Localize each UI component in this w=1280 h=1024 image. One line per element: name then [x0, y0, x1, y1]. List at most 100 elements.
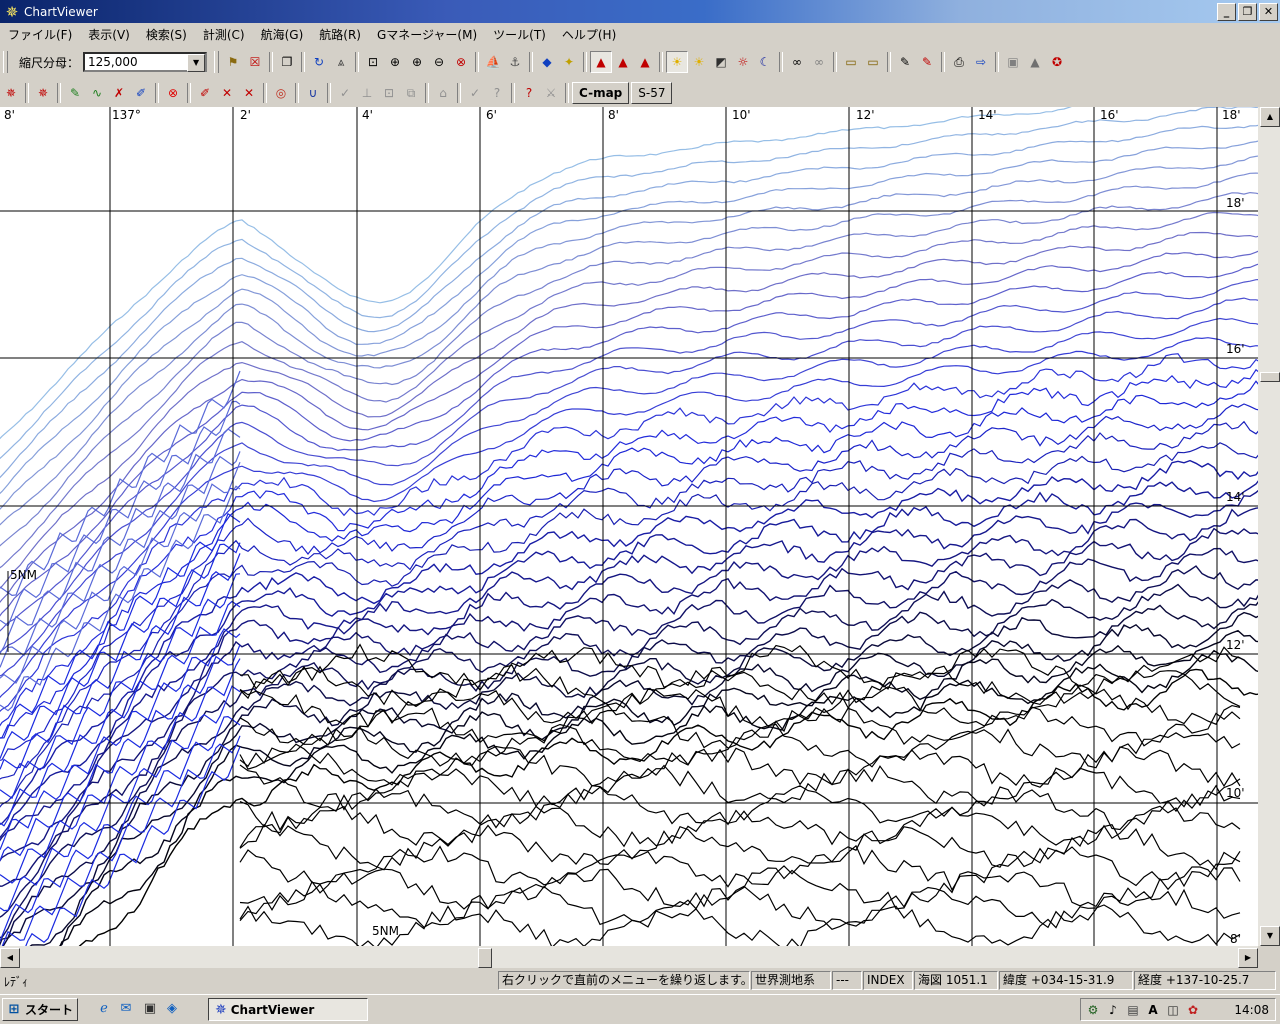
tray-hardware-icon[interactable]: ▤ — [1125, 1002, 1141, 1018]
mark-red-2-icon[interactable]: ▲ — [612, 51, 634, 73]
copy-icon[interactable]: ❐ — [276, 51, 298, 73]
scale-select[interactable]: 125,000 ▼ — [83, 52, 208, 72]
help-red-icon[interactable]: ? — [518, 82, 540, 104]
vertical-scroll-thumb[interactable] — [1260, 372, 1280, 382]
export-icon[interactable]: ⇨ — [970, 51, 992, 73]
depth-contour-line — [0, 658, 241, 884]
gray-tool-5-icon[interactable]: ⌂ — [432, 82, 454, 104]
pen-red-icon[interactable]: ✐ — [194, 82, 216, 104]
print-icon[interactable]: ⎙ — [948, 51, 970, 73]
volume-icon[interactable]: ♪ — [1105, 1002, 1121, 1018]
erase-red-icon[interactable]: ✕ — [216, 82, 238, 104]
scroll-down-icon[interactable]: ▼ — [1260, 926, 1280, 946]
vertical-scrollbar[interactable]: ▲ ▼ — [1258, 107, 1280, 946]
toolbar-grip[interactable] — [3, 51, 8, 73]
triangle-icon[interactable]: ▲ — [1024, 51, 1046, 73]
open-chart-icon[interactable]: ⚑ — [222, 51, 244, 73]
gray-tool-6-icon[interactable]: ✓ — [464, 82, 486, 104]
magnet-icon[interactable]: ∪ — [302, 82, 324, 104]
night-mode-icon[interactable]: ☾ — [754, 51, 776, 73]
depth-contour-line — [0, 547, 1258, 918]
tag-icon[interactable]: ◆ — [536, 51, 558, 73]
anchor-icon[interactable]: ⚓ — [504, 51, 526, 73]
zoom-fit-icon[interactable]: ⊡ — [362, 51, 384, 73]
dusk-mode-icon[interactable]: ☀ — [688, 51, 710, 73]
pencil-blue-icon[interactable]: ✐ — [130, 82, 152, 104]
close-button[interactable]: ✕ — [1259, 3, 1278, 21]
taskbar-chartviewer-label: ChartViewer — [230, 1002, 315, 1017]
s-57-button[interactable]: S-57 — [631, 82, 673, 104]
menu-g-manager[interactable]: Gマネージャー(M) — [369, 26, 485, 43]
restore-button[interactable]: ❐ — [1238, 3, 1257, 21]
curve-icon[interactable]: ∿ — [86, 82, 108, 104]
menu-view[interactable]: 表示(V) — [80, 26, 138, 43]
menu-tools[interactable]: ツール(T) — [485, 26, 554, 43]
zoom-in-icon[interactable]: ⊕ — [384, 51, 406, 73]
compass-icon[interactable]: ✵ — [32, 82, 54, 104]
gray-tool-2-icon[interactable]: ⊥ — [356, 82, 378, 104]
sunset-mode-icon[interactable]: ☼ — [732, 51, 754, 73]
desktop-icon[interactable]: ▣ — [142, 1001, 158, 1017]
gray-tool-4-icon[interactable]: ⧉ — [400, 82, 422, 104]
day-mode-icon[interactable]: ☀ — [666, 51, 689, 73]
north-up-icon[interactable]: ⩓ — [330, 51, 352, 73]
gray-tool-3-icon[interactable]: ⊡ — [378, 82, 400, 104]
menu-measure[interactable]: 計測(C) — [195, 26, 253, 43]
minimize-button[interactable]: _ — [1217, 3, 1236, 21]
save-icon[interactable]: ▣ — [1002, 51, 1024, 73]
outlook-icon[interactable]: ✉ — [118, 1001, 134, 1017]
route-delete-icon[interactable]: ✎ — [916, 51, 938, 73]
ime-indicator[interactable]: A — [1145, 1002, 1161, 1018]
channels-icon[interactable]: ◈ — [164, 1001, 180, 1017]
gray-tool-1-icon[interactable]: ✓ — [334, 82, 356, 104]
mark-red-icon[interactable]: ▲ — [590, 51, 613, 73]
close-chart-icon[interactable]: ☒ — [244, 51, 266, 73]
binoculars-icon[interactable]: ∞ — [786, 51, 808, 73]
ship-icon[interactable]: ⛵ — [482, 51, 504, 73]
mark-red-3-icon[interactable]: ▲ — [634, 51, 656, 73]
menu-file[interactable]: ファイル(F) — [0, 26, 80, 43]
taskbar-chartviewer-button[interactable]: ✵ ChartViewer — [208, 998, 368, 1021]
tray-network-icon[interactable]: ◫ — [1165, 1002, 1181, 1018]
menu-navigation[interactable]: 航海(G) — [253, 26, 312, 43]
gray-tool-7-icon[interactable]: ? — [486, 82, 508, 104]
chart-canvas[interactable]: 8' 137° 2' 4' 6' 8' 10' 12' 14' 16' 18' … — [0, 107, 1258, 946]
settings-icon[interactable]: ✪ — [1046, 51, 1068, 73]
zoom-out-icon[interactable]: ⊖ — [428, 51, 450, 73]
ruler-icon[interactable]: ▭ — [840, 51, 862, 73]
horizontal-scroll-thumb[interactable] — [478, 948, 492, 968]
radar-icon[interactable]: ✵ — [0, 82, 22, 104]
evening-mode-icon[interactable]: ◩ — [710, 51, 732, 73]
c-map-button[interactable]: C-map — [572, 82, 630, 104]
route-edit-icon[interactable]: ✎ — [894, 51, 916, 73]
gray-tool-8-icon[interactable]: ⚔ — [540, 82, 562, 104]
no-entry-icon[interactable]: ⊗ — [162, 82, 184, 104]
app-compass-icon[interactable]: ✵ — [4, 4, 20, 20]
lifebuoy-icon[interactable]: ◎ — [270, 82, 292, 104]
binoculars-2-icon[interactable]: ∞ — [808, 51, 830, 73]
scroll-up-icon[interactable]: ▲ — [1260, 107, 1280, 127]
pen-green-icon[interactable]: ✎ — [64, 82, 86, 104]
nautical-chart[interactable]: 8' 137° 2' 4' 6' 8' 10' 12' 14' 16' 18' … — [0, 107, 1258, 946]
zoom-cancel-icon[interactable]: ⊗ — [450, 51, 472, 73]
menu-help[interactable]: ヘルプ(H) — [554, 26, 624, 43]
ruler-2-icon[interactable]: ▭ — [862, 51, 884, 73]
start-button[interactable]: ⊞ スタート — [2, 998, 78, 1021]
toolbar-grip[interactable] — [214, 51, 220, 73]
internet-explorer-icon[interactable]: ℯ — [96, 1001, 112, 1017]
horizontal-scrollbar[interactable]: ◀ ▶ — [0, 946, 1258, 968]
tray-tool-icon[interactable]: ⚙ — [1085, 1002, 1101, 1018]
chevron-down-icon[interactable]: ▼ — [187, 54, 206, 72]
menu-route[interactable]: 航路(R) — [311, 26, 369, 43]
rotate-icon[interactable]: ↻ — [308, 51, 330, 73]
depth-contour-line — [0, 172, 1258, 526]
light-bulb-icon[interactable]: ✦ — [558, 51, 580, 73]
start-label: スタート — [25, 1003, 74, 1017]
scroll-right-icon[interactable]: ▶ — [1238, 948, 1258, 968]
menu-search[interactable]: 検索(S) — [138, 26, 195, 43]
tray-ime-icon[interactable]: ✿ — [1185, 1002, 1201, 1018]
zoom-in-small-icon[interactable]: ⊕ — [406, 51, 428, 73]
scroll-left-icon[interactable]: ◀ — [0, 948, 20, 968]
delete-point-icon[interactable]: ✗ — [108, 82, 130, 104]
erase-red-2-icon[interactable]: ✕ — [238, 82, 260, 104]
